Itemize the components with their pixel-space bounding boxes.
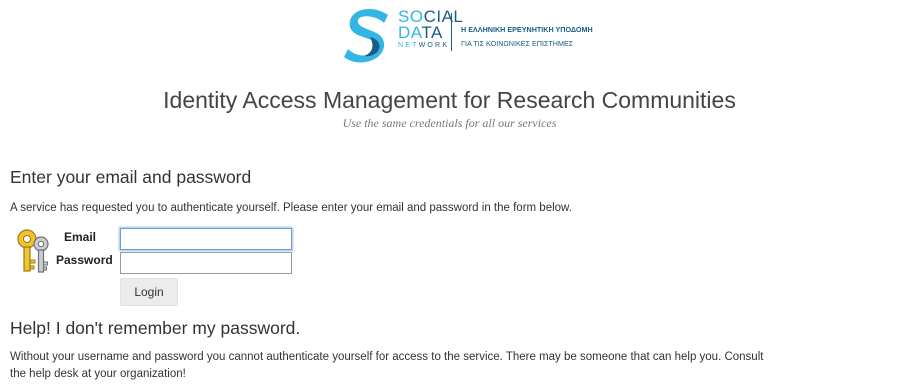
logo-mark-icon: [344, 9, 388, 63]
password-label: Password: [56, 253, 113, 267]
page-title: Identity Access Management for Research …: [163, 87, 736, 113]
login-heading: Enter your email and password: [10, 167, 252, 187]
logo: SOCIAL DATA NETWORK Η ΕΛΛΗΝΙΚΗ ΕΡΕΥΝΗΤΙΚ…: [342, 5, 632, 67]
help-heading: Help! I don't remember my password.: [10, 318, 301, 338]
logo-tagline-line1: Η ΕΛΛΗΝΙΚΗ ΕΡΕΥΝΗΤΙΚΗ ΥΠΟΔΟΜΗ: [461, 25, 593, 34]
logo-network-highlight: NET: [398, 42, 419, 49]
help-text-line2: the help desk at your organization!: [10, 368, 186, 380]
logo-data-highlight: DA: [398, 23, 422, 42]
login-button[interactable]: Login: [120, 278, 178, 306]
email-label: Email: [64, 230, 97, 244]
logo-line-network: NETWORK: [398, 42, 463, 49]
help-text-line1: Without your username and password you c…: [10, 351, 764, 363]
logo-line-data: DATA: [398, 23, 463, 42]
logo-separator: [451, 13, 452, 51]
logo-network-rest: WORK: [418, 42, 450, 49]
email-field[interactable]: [120, 228, 292, 250]
logo-wordmark: SOCIAL DATA NETWORK: [398, 8, 463, 49]
login-description: A service has requested you to authentic…: [10, 202, 572, 214]
keys-icon: [17, 229, 49, 273]
logo-tagline-line2: ΓΙΑ ΤΙΣ ΚΟΙΝΩΝΙΚΕΣ ΕΠΙΣΤΗΜΕΣ: [461, 39, 574, 48]
logo-tagline: Η ΕΛΛΗΝΙΚΗ ΕΡΕΥΝΗΤΙΚΗ ΥΠΟΔΟΜΗ ΓΙΑ ΤΙΣ ΚΟ…: [461, 23, 593, 51]
logo-data-rest: TA: [421, 23, 443, 42]
password-field[interactable]: [120, 252, 292, 274]
page-subtitle: Use the same credentials for all our ser…: [342, 116, 557, 130]
